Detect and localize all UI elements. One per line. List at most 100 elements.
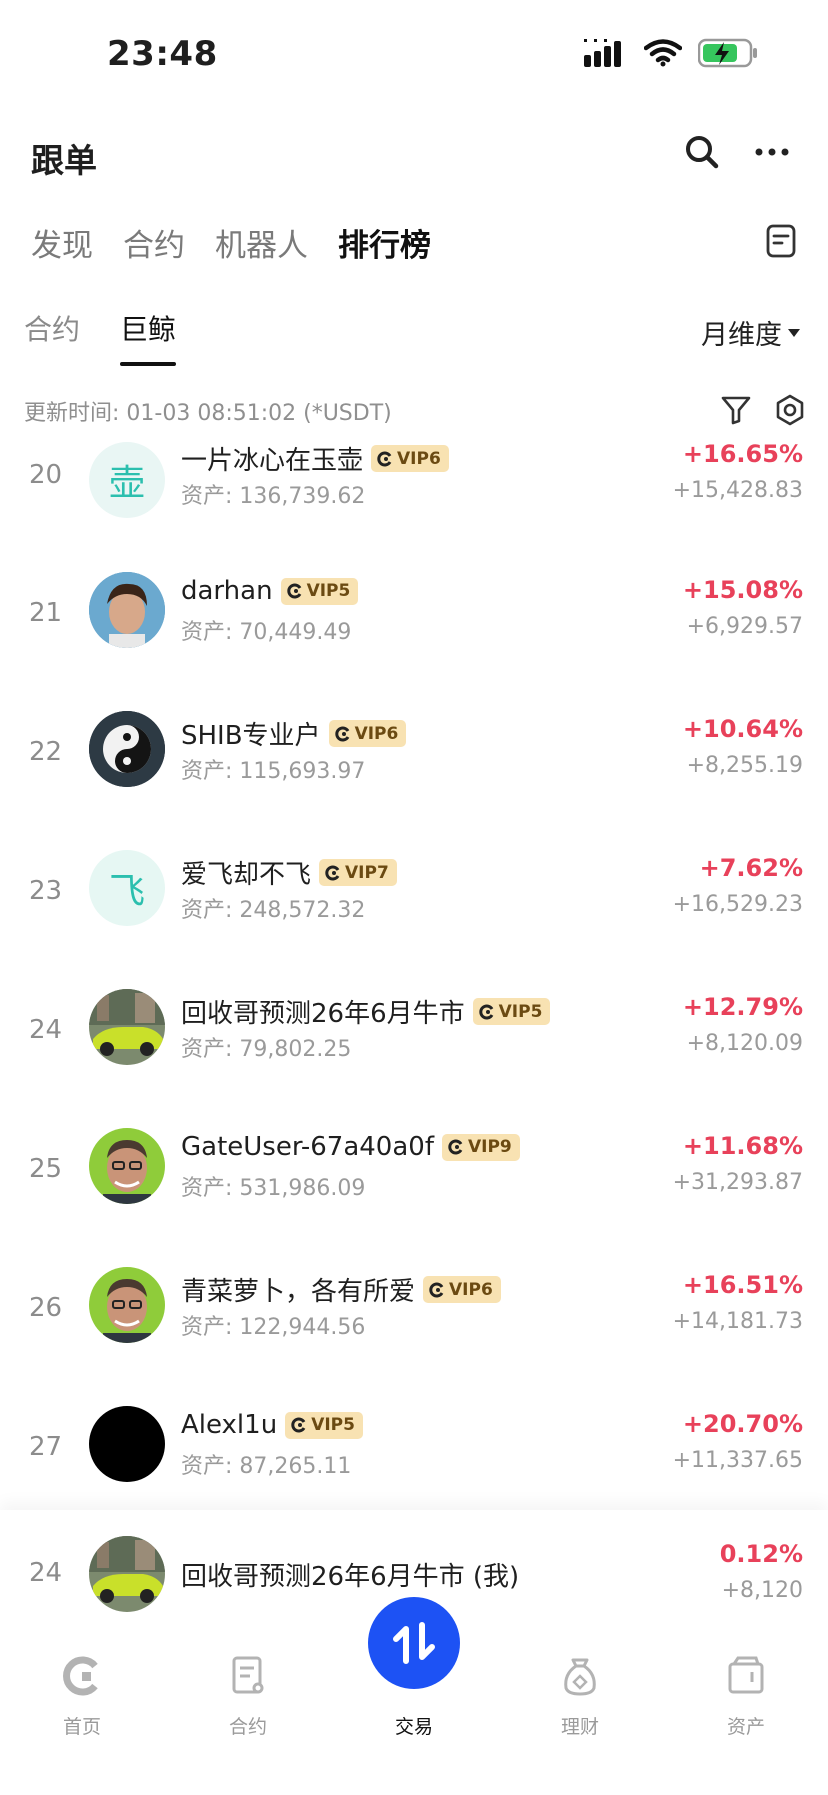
asset-value: 资产: 122,944.56 xyxy=(181,1315,366,1340)
settings-icon[interactable] xyxy=(774,394,806,426)
trade-icon xyxy=(393,1622,435,1664)
pnl-percent: +16.65% xyxy=(682,440,803,468)
tab-discover[interactable]: 发现 xyxy=(31,220,93,265)
asset-value: 资产: 136,739.62 xyxy=(181,484,366,509)
list-item[interactable]: 21 darhan VIP5 资产: 70,449.49 +15.08% +6,… xyxy=(0,554,828,692)
avatar xyxy=(89,572,165,648)
rank: 27 xyxy=(29,1432,63,1462)
avatar xyxy=(89,1267,165,1343)
trader-name: darhan xyxy=(181,576,273,606)
vip-badge: VIP6 xyxy=(371,445,449,472)
vip-badge: VIP6 xyxy=(328,720,407,747)
tab-leaderboard[interactable]: 排行榜 xyxy=(338,220,431,265)
pnl-amount: +31,293.87 xyxy=(672,1170,803,1195)
pnl-amount: +15,428.83 xyxy=(672,478,803,503)
vip-badge: VIP9 xyxy=(441,1133,520,1161)
subtab-whale[interactable]: 巨鲸 xyxy=(120,308,177,366)
home-icon xyxy=(63,1656,98,1696)
trader-name: SHIB专业户 xyxy=(181,721,321,751)
avatar xyxy=(89,1536,165,1612)
vip-badge: VIP5 xyxy=(285,1411,363,1439)
nav-label: 资产 xyxy=(726,1716,765,1738)
asset-value: 资产: 79,802.25 xyxy=(181,1037,352,1062)
leaderboard-list: 20 壶 一片冰心在玉壶 VIP6 资产: 136,739.62 +16.65%… xyxy=(0,436,828,1511)
vip-icon xyxy=(286,583,301,599)
list-item[interactable]: 24 回收哥预测26年6月牛市 VIP5 资产: 79,802.25 +12.7… xyxy=(0,971,828,1109)
wifi-icon xyxy=(644,39,682,67)
pnl-percent: +16.51% xyxy=(682,1271,803,1299)
pnl-amount: +11,337.65 xyxy=(672,1448,803,1473)
rank: 23 xyxy=(29,876,63,906)
vip-icon xyxy=(448,1139,463,1155)
pnl-amount: +6,929.57 xyxy=(686,614,803,639)
asset-value: 资产: 87,265.11 xyxy=(181,1454,352,1479)
pnl-amount: +14,181.73 xyxy=(672,1309,803,1334)
document-icon[interactable] xyxy=(765,224,797,258)
pnl-percent: +15.08% xyxy=(682,576,803,604)
trader-name: 青菜萝卜，各有所爱 xyxy=(181,1277,416,1307)
rank: 24 xyxy=(29,1015,63,1045)
avatar xyxy=(89,989,165,1065)
avatar-text: 飞 xyxy=(108,871,145,912)
avatar xyxy=(89,711,165,787)
list-item[interactable]: 25 GateUser-67a40a0f VIP9 资产: 531,986.09… xyxy=(0,1110,828,1248)
wallet-icon xyxy=(728,1656,764,1694)
car-photo xyxy=(89,989,165,1065)
list-item[interactable]: 26 青菜萝卜，各有所爱 VIP6 资产: 122,944.56 +16.51%… xyxy=(0,1249,828,1387)
nav-label: 理财 xyxy=(560,1716,599,1738)
list-item[interactable]: 20 壶 一片冰心在玉壶 VIP6 资产: 136,739.62 +16.65%… xyxy=(0,436,828,554)
asset-value: 资产: 531,986.09 xyxy=(181,1176,366,1201)
finance-icon xyxy=(564,1658,596,1696)
avatar xyxy=(89,1128,165,1204)
search-icon[interactable] xyxy=(684,134,720,170)
vip-icon xyxy=(325,865,340,880)
vip-badge: VIP5 xyxy=(472,998,551,1025)
avatar-photo xyxy=(89,572,165,648)
vip-icon xyxy=(291,1417,306,1433)
tab-robot[interactable]: 机器人 xyxy=(215,220,308,265)
pnl-amount: +8,120.09 xyxy=(686,1031,803,1056)
yinyang-icon xyxy=(89,711,165,787)
nav-label: 交易 xyxy=(394,1716,433,1738)
period-label: 月维度 xyxy=(701,320,782,351)
page-title: 跟单 xyxy=(31,141,97,180)
rank: 21 xyxy=(29,598,63,628)
pnl-amount: +8,120 xyxy=(721,1578,803,1603)
caret-down-icon xyxy=(788,328,800,337)
vip-icon xyxy=(478,1004,493,1019)
pnl-percent: +10.64% xyxy=(682,715,803,743)
filter-icon[interactable] xyxy=(720,394,752,426)
trader-name: 一片冰心在玉壶 xyxy=(181,446,364,476)
rank: 20 xyxy=(29,460,63,490)
avatar-text: 壶 xyxy=(108,463,145,504)
avatar: 壶 xyxy=(89,442,165,518)
rank: 25 xyxy=(29,1154,63,1184)
vip-badge: VIP7 xyxy=(319,859,397,886)
trader-name: Alexl1u xyxy=(181,1410,278,1440)
car-photo xyxy=(89,1536,165,1612)
nav-label: 首页 xyxy=(62,1716,101,1738)
tab-contract[interactable]: 合约 xyxy=(123,220,185,265)
subtab-contract[interactable]: 合约 xyxy=(24,308,80,366)
period-dropdown[interactable]: 月维度 xyxy=(701,313,800,352)
list-item[interactable]: 27 Alexl1u VIP5 资产: 87,265.11 +20.70% +1… xyxy=(0,1388,828,1511)
rank: 22 xyxy=(29,737,63,767)
asset-value: 资产: 115,693.97 xyxy=(181,759,366,784)
asset-value: 资产: 248,572.32 xyxy=(181,898,366,923)
trader-name: 爱飞却不飞 xyxy=(181,860,312,890)
trade-button[interactable] xyxy=(368,1597,460,1689)
rank: 26 xyxy=(29,1293,63,1323)
list-item[interactable]: 22 SHIB专业户 VIP6 资产: 115,693.97 +10.64% +… xyxy=(0,693,828,831)
trader-name: GateUser-67a40a0f xyxy=(181,1132,434,1162)
avatar xyxy=(89,1406,165,1482)
vip-badge: VIP6 xyxy=(423,1276,501,1303)
signal-icon xyxy=(584,39,621,67)
list-item[interactable]: 23 飞 爱飞却不飞 VIP7 资产: 248,572.32 +7.62% +1… xyxy=(0,832,828,970)
status-icons xyxy=(584,38,758,68)
asset-value: 资产: 70,449.49 xyxy=(181,620,352,645)
update-time: 更新时间: 01-03 08:51:02 (*USDT) xyxy=(24,401,392,426)
pnl-amount: +16,529.23 xyxy=(672,892,803,917)
pnl-percent: +11.68% xyxy=(682,1132,803,1160)
more-icon[interactable] xyxy=(754,146,790,158)
vip-badge: VIP5 xyxy=(280,577,359,605)
